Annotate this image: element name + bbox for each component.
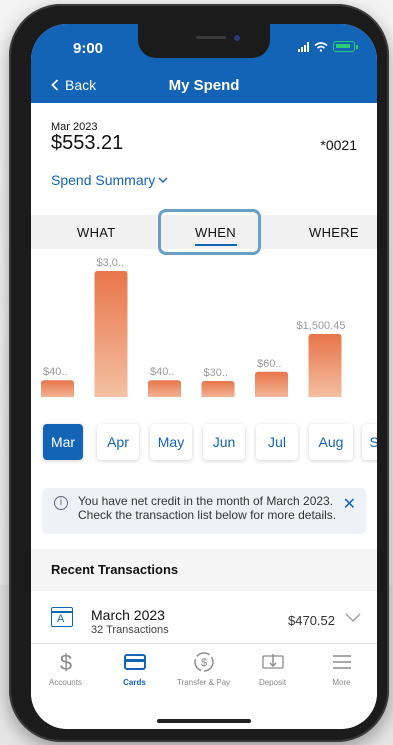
chart-svg: $40.. $3,0.. $40.. $30.. $60.. $1,500.45 xyxy=(41,257,346,397)
close-icon[interactable]: ✕ xyxy=(343,494,356,514)
month-selector: Mar Apr May Jun Jul Aug Sep xyxy=(31,424,377,464)
tab-transfer-pay[interactable]: $ Transfer & Pay xyxy=(169,650,238,687)
month-pill-aug[interactable]: Aug xyxy=(309,424,353,460)
transaction-group-row[interactable]: A March 2023 32 Transactions $470.52 xyxy=(31,591,377,643)
chevron-down-icon[interactable] xyxy=(345,611,361,623)
recent-transactions-title: Recent Transactions xyxy=(51,562,179,577)
chart-bar-label: $30.. xyxy=(204,367,228,379)
tab-deposit[interactable]: Deposit xyxy=(238,650,307,687)
transfer-icon: $ xyxy=(193,652,214,672)
month-pill-may[interactable]: May xyxy=(150,424,192,460)
svg-text:$: $ xyxy=(200,657,206,669)
svg-text:$: $ xyxy=(59,650,71,674)
chart-bar-label: $1,500.45 xyxy=(297,320,346,332)
battery-icon xyxy=(333,41,358,52)
month-pill-mar[interactable]: Mar xyxy=(43,424,83,460)
tab-highlight-box xyxy=(158,209,261,255)
chart-bar-label: $40.. xyxy=(43,366,67,378)
chart-bar-label: $3,0.. xyxy=(97,257,125,269)
spend-summary-header: Mar 2023 $553.21 *0021 Spend Summary xyxy=(31,103,377,215)
phone-screen: 9:00 Back My Spend Mar 2023 $553.21 *002… xyxy=(31,24,377,729)
month-pill-jul[interactable]: Jul xyxy=(256,424,298,460)
spend-summary-label: Spend Summary xyxy=(51,172,156,188)
tab-more-label: More xyxy=(332,678,351,687)
tab-deposit-label: Deposit xyxy=(258,678,287,687)
recent-transactions-header: Recent Transactions xyxy=(31,549,377,591)
month-pill-jun[interactable]: Jun xyxy=(203,424,245,460)
menu-icon xyxy=(332,655,351,669)
net-credit-notice: i You have net credit in the month of Ma… xyxy=(42,488,366,534)
month-pill-apr[interactable]: Apr xyxy=(97,424,139,460)
chart-bar-label: $60.. xyxy=(257,358,281,370)
wifi-icon xyxy=(314,41,328,52)
home-indicator xyxy=(157,719,251,723)
card-icon xyxy=(123,654,146,670)
account-number: *0021 xyxy=(320,137,357,153)
signal-icon xyxy=(298,41,309,52)
tab-cards[interactable]: Cards xyxy=(100,650,169,687)
tab-where[interactable]: WHERE xyxy=(309,225,359,240)
notice-text: You have net credit in the month of Marc… xyxy=(78,494,337,522)
tab-accounts[interactable]: $ Accounts xyxy=(31,650,100,687)
tab-accounts-label: Accounts xyxy=(49,678,82,687)
chart-bar-jun[interactable] xyxy=(201,381,235,397)
calendar-icon: A xyxy=(51,607,73,627)
phone-frame: 9:00 Back My Spend Mar 2023 $553.21 *002… xyxy=(9,4,389,742)
spend-summary-dropdown[interactable]: Spend Summary xyxy=(51,172,168,188)
status-time: 9:00 xyxy=(73,40,104,57)
month-pill-sep[interactable]: Sep xyxy=(362,424,377,460)
page-title: My Spend xyxy=(168,77,240,94)
monthly-spend-chart: $40.. $3,0.. $40.. $30.. $60.. $1,500.45 xyxy=(31,249,377,397)
tab-what[interactable]: WHAT xyxy=(77,225,116,240)
tab-more[interactable]: More xyxy=(307,650,376,687)
bottom-tab-bar: $ Accounts Cards $ Transfer & Pay Deposi… xyxy=(31,643,377,729)
transaction-group-title: March 2023 xyxy=(91,607,165,623)
chart-bar-jul[interactable] xyxy=(255,371,288,397)
phone-notch xyxy=(138,24,270,58)
chart-bar-apr[interactable] xyxy=(94,271,128,397)
chart-bar-may[interactable] xyxy=(148,380,181,397)
transaction-count: 32 Transactions xyxy=(91,624,169,636)
chevron-down-icon xyxy=(158,177,168,183)
tab-transfer-label: Transfer & Pay xyxy=(176,678,231,687)
info-icon: i xyxy=(54,496,68,510)
transaction-group-amount: $470.52 xyxy=(288,613,335,628)
tab-cards-label: Cards xyxy=(123,678,146,687)
chart-bar-label: $40.. xyxy=(150,366,174,378)
chart-bar-aug[interactable] xyxy=(308,333,342,397)
dollar-icon: $ xyxy=(59,650,71,674)
stage: 9:00 Back My Spend Mar 2023 $553.21 *002… xyxy=(0,0,393,745)
spend-amount: $553.21 xyxy=(51,132,124,154)
status-icons xyxy=(298,41,358,52)
deposit-icon xyxy=(261,654,284,669)
chart-bar-mar[interactable] xyxy=(41,380,74,397)
